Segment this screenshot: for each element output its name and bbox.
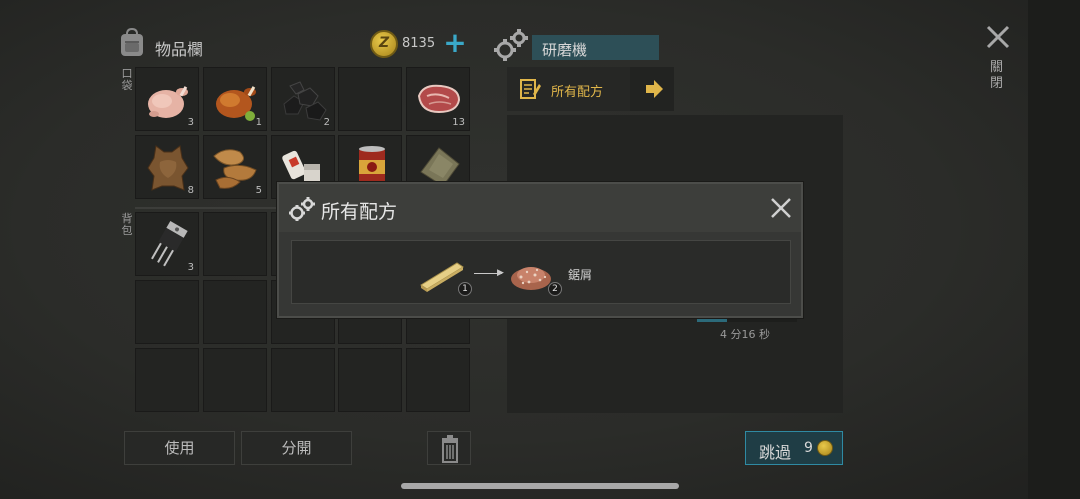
pocket-slot-raw-steak[interactable]: 13 bbox=[406, 67, 470, 131]
backpack-slot[interactable] bbox=[135, 280, 199, 344]
crafting-station-name: 研磨機 bbox=[542, 41, 588, 59]
slot-count: 13 bbox=[452, 117, 465, 128]
modal-header: 所有配方 bbox=[279, 184, 801, 232]
raw-chicken-icon bbox=[148, 86, 188, 118]
arrow-right-icon[interactable] bbox=[642, 77, 666, 101]
output-item-name: 鋸屑 bbox=[568, 268, 593, 282]
slot-count: 1 bbox=[255, 117, 262, 128]
craft-timer: 4 分16 秒 bbox=[720, 328, 770, 341]
coin-amount: 8135 bbox=[402, 36, 436, 51]
recipe-book-icon bbox=[520, 79, 541, 99]
pocket-slot-leather-scraps[interactable]: 5 bbox=[203, 135, 267, 199]
backpack-slot[interactable] bbox=[203, 280, 267, 344]
skip-button[interactable]: 跳過 9 bbox=[745, 431, 843, 465]
use-button[interactable]: 使用 bbox=[124, 431, 235, 465]
slot-count: 5 bbox=[255, 185, 262, 196]
skip-cost: 9 bbox=[804, 440, 813, 456]
crafting-station-name-box: 研磨機 bbox=[532, 35, 659, 60]
slot-count: 3 bbox=[187, 262, 194, 273]
backpack-slot[interactable] bbox=[203, 348, 267, 412]
roasted-chicken-icon bbox=[216, 86, 256, 121]
home-indicator[interactable] bbox=[401, 483, 679, 489]
arrow-head-icon: ▶ bbox=[497, 268, 504, 278]
modal-title: 所有配方 bbox=[321, 201, 398, 223]
right-edge-shade bbox=[1028, 0, 1080, 499]
backpack-slot[interactable] bbox=[203, 212, 267, 276]
gears-icon bbox=[289, 197, 315, 221]
recipes-tab-inner: 所有配方 bbox=[507, 67, 630, 111]
backpack-slot-transistor[interactable]: 3 bbox=[135, 212, 199, 276]
recipes-tab[interactable]: 所有配方 bbox=[507, 67, 674, 111]
trash-icon bbox=[442, 435, 458, 463]
input-count-badge: 1 bbox=[458, 282, 472, 296]
output-count-badge: 2 bbox=[548, 282, 562, 296]
pocket-slot-roasted-chicken[interactable]: 1 bbox=[203, 67, 267, 131]
leather-hide-icon bbox=[147, 145, 189, 191]
backpack-slot[interactable] bbox=[338, 348, 402, 412]
slot-count: 3 bbox=[187, 117, 194, 128]
coin-icon: Z bbox=[370, 30, 398, 58]
leather-scraps-icon bbox=[213, 149, 257, 189]
slot-count: 8 bbox=[187, 185, 194, 196]
inventory-header: 物品欄 Z 8135 + bbox=[118, 28, 473, 62]
pockets-label: 口袋 bbox=[121, 67, 133, 92]
pocket-slot-empty[interactable] bbox=[338, 67, 402, 131]
coal-icon bbox=[283, 81, 327, 121]
pocket-slot-leather-hide[interactable]: 8 bbox=[135, 135, 199, 199]
coin-icon bbox=[817, 440, 833, 456]
pocket-slot-raw-chicken[interactable]: 3 bbox=[135, 67, 199, 131]
pocket-slot-coal[interactable]: 2 bbox=[271, 67, 335, 131]
recipes-modal: 所有配方 1 ▶ 2 鋸屑 bbox=[277, 182, 803, 318]
backpack-slot[interactable] bbox=[406, 348, 470, 412]
transistor-icon bbox=[151, 220, 188, 267]
inventory-title: 物品欄 bbox=[155, 40, 204, 59]
add-coins-button[interactable]: + bbox=[441, 28, 469, 58]
recipe-row[interactable]: 1 ▶ 2 鋸屑 bbox=[291, 240, 791, 304]
split-button[interactable]: 分開 bbox=[241, 431, 352, 465]
slot-count: 2 bbox=[323, 117, 330, 128]
close-icon[interactable] bbox=[985, 24, 1011, 50]
trash-button[interactable] bbox=[427, 431, 471, 465]
gears-icon bbox=[494, 29, 528, 61]
skip-label: 跳過 bbox=[759, 443, 792, 462]
backpack-slot[interactable] bbox=[271, 348, 335, 412]
recipes-tab-label: 所有配方 bbox=[551, 85, 604, 100]
backpack-label: 背包 bbox=[121, 212, 133, 237]
close-icon[interactable] bbox=[769, 196, 793, 220]
backpack-slot[interactable] bbox=[135, 348, 199, 412]
backpack-icon bbox=[121, 28, 143, 56]
close-label[interactable]: 關閉 bbox=[990, 60, 1006, 92]
